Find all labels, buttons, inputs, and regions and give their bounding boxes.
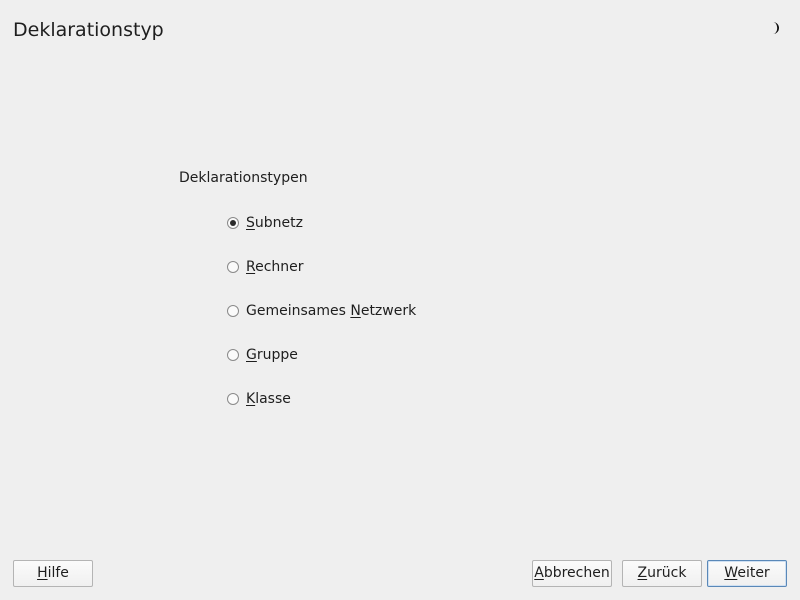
radio-host[interactable]: Rechner bbox=[227, 257, 304, 277]
radio-label-subnet[interactable]: Subnetz bbox=[246, 214, 303, 232]
radio-class[interactable]: Klasse bbox=[227, 389, 291, 409]
radio-label-host[interactable]: Rechner bbox=[246, 258, 304, 276]
radio-label-shared-network[interactable]: Gemeinsames Netzwerk bbox=[246, 302, 416, 320]
radio-shared-network[interactable]: Gemeinsames Netzwerk bbox=[227, 301, 416, 321]
moon-icon[interactable] bbox=[770, 21, 783, 35]
radio-button[interactable] bbox=[227, 305, 239, 317]
radio-button-checked[interactable] bbox=[227, 217, 239, 229]
radio-group[interactable]: Gruppe bbox=[227, 345, 298, 365]
help-button[interactable]: Hilfe bbox=[13, 560, 93, 587]
next-button[interactable]: Weiter bbox=[707, 560, 787, 587]
radio-label-group[interactable]: Gruppe bbox=[246, 346, 298, 364]
page-title: Deklarationstyp bbox=[13, 19, 164, 41]
radio-subnet[interactable]: Subnetz bbox=[227, 213, 303, 233]
radio-label-class[interactable]: Klasse bbox=[246, 390, 291, 408]
declaration-types-label: Deklarationstypen bbox=[179, 170, 308, 186]
cancel-button[interactable]: Abbrechen bbox=[532, 560, 612, 587]
radio-button[interactable] bbox=[227, 261, 239, 273]
radio-button[interactable] bbox=[227, 349, 239, 361]
radio-button[interactable] bbox=[227, 393, 239, 405]
back-button[interactable]: Zurück bbox=[622, 560, 702, 587]
